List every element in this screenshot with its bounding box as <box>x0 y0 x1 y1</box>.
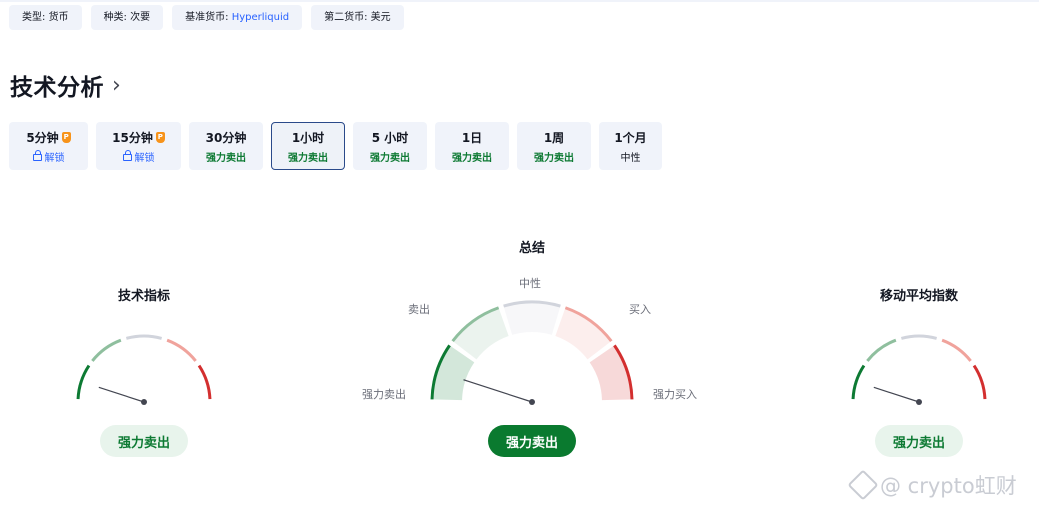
base-currency-link[interactable]: Hyperliquid <box>232 12 289 23</box>
tab-status: 强力卖出 <box>370 152 410 164</box>
gauge-needle <box>463 379 533 403</box>
tab-30min[interactable]: 30分钟 强力卖出 <box>189 122 263 170</box>
gauge-band-strong-buy <box>589 345 632 401</box>
tag-type: 类型: 货币 <box>9 5 82 30</box>
gauge-needle-pivot <box>529 399 535 405</box>
lock-icon <box>32 150 42 161</box>
tab-status: 强力卖出 <box>206 152 246 164</box>
gauge-label-neutral: 中性 <box>519 277 541 290</box>
gauge-needle-pivot <box>916 399 922 405</box>
tab-status: 解锁 <box>44 152 65 164</box>
watermark-text: @ crypto虹财 <box>880 474 1017 498</box>
tab-label: 1周 <box>543 130 565 145</box>
summary-title: 总结 <box>518 241 545 256</box>
technical-indicators-result-badge: 强力卖出 <box>100 425 188 457</box>
tab-status: 强力卖出 <box>452 152 492 164</box>
technical-indicators-gauge <box>76 334 212 405</box>
tag-category: 种类: 次要 <box>90 5 164 30</box>
gauge-segment-buy <box>941 338 972 362</box>
summary-result-badge: 强力卖出 <box>488 425 576 457</box>
gauge-label-strong-buy: 强力买入 <box>653 388 697 401</box>
moving-averages-gauge <box>851 334 987 405</box>
gauge-segment-strong-sell <box>76 364 91 400</box>
section-title-text[interactable]: 技术分析 <box>10 68 104 102</box>
gauge-needle <box>873 386 920 403</box>
tab-1day[interactable]: 1日 强力卖出 <box>435 122 509 170</box>
gauge-band-strong-sell <box>432 345 475 401</box>
timeframe-tabs: 5分钟 P 解锁 15分钟 P 解锁 30分钟 强力卖出 1小时 强力卖出 5 小时… <box>9 122 669 170</box>
top-divider <box>0 0 1039 2</box>
gauge-segment-neutral <box>125 334 163 340</box>
premium-badge-icon: P <box>155 131 165 143</box>
tab-1hour[interactable]: 1小时 强力卖出 <box>271 122 345 170</box>
tab-status: 解锁 <box>134 152 155 164</box>
gauge-segment-strong-sell <box>851 364 866 400</box>
gauge-label-strong-sell: 强力卖出 <box>362 388 406 401</box>
premium-badge-icon: P <box>61 131 71 143</box>
tab-label: 15分钟 <box>112 130 153 145</box>
tab-status: 中性 <box>620 152 641 164</box>
moving-averages-title: 移动平均指数 <box>879 289 958 304</box>
tab-label: 1小时 <box>291 130 325 145</box>
tab-1month[interactable]: 1个月 中性 <box>599 122 662 170</box>
gauge-needle-pivot <box>141 399 147 405</box>
tab-5min[interactable]: 5分钟 P 解锁 <box>9 122 88 170</box>
tab-label: 5分钟 <box>26 130 59 145</box>
tab-label: 5 小时 <box>371 130 409 145</box>
gauge-segment-sell <box>866 338 897 362</box>
chevron-right-icon[interactable]: › <box>112 73 121 98</box>
tab-15min[interactable]: 15分钟 P 解锁 <box>96 122 181 170</box>
gauge-segment-strong-buy <box>197 364 212 400</box>
gauge-segment-sell <box>91 338 122 362</box>
moving-averages-result-badge: 强力卖出 <box>875 425 963 457</box>
tab-status: 强力卖出 <box>534 152 574 164</box>
summary-gauge <box>430 300 634 405</box>
instrument-tags: 类型: 货币 种类: 次要 基准货币: Hyperliquid 第二货币: 美元 <box>9 5 404 30</box>
gauge-segment-strong-buy <box>972 364 987 400</box>
tag-base-currency[interactable]: 基准货币: Hyperliquid <box>172 5 303 30</box>
section-title[interactable]: 技术分析 › <box>10 68 121 102</box>
lock-icon <box>122 150 132 161</box>
gauge-needle <box>98 386 145 403</box>
watermark: @ crypto虹财 <box>847 469 1017 501</box>
tab-status: 强力卖出 <box>288 152 328 164</box>
gauge-band-neutral <box>503 302 561 335</box>
gauge-segment-buy <box>166 338 197 362</box>
tab-5hour[interactable]: 5 小时 强力卖出 <box>353 122 427 170</box>
technical-indicators-title: 技术指标 <box>117 289 170 304</box>
tab-label: 30分钟 <box>205 130 247 145</box>
binance-logo-icon <box>847 469 879 501</box>
tab-label: 1个月 <box>614 130 647 145</box>
gauge-segment-neutral <box>900 334 938 340</box>
tab-label: 1日 <box>461 130 483 145</box>
tag-quote-currency: 第二货币: 美元 <box>311 5 404 30</box>
tab-1week[interactable]: 1周 强力卖出 <box>517 122 591 170</box>
